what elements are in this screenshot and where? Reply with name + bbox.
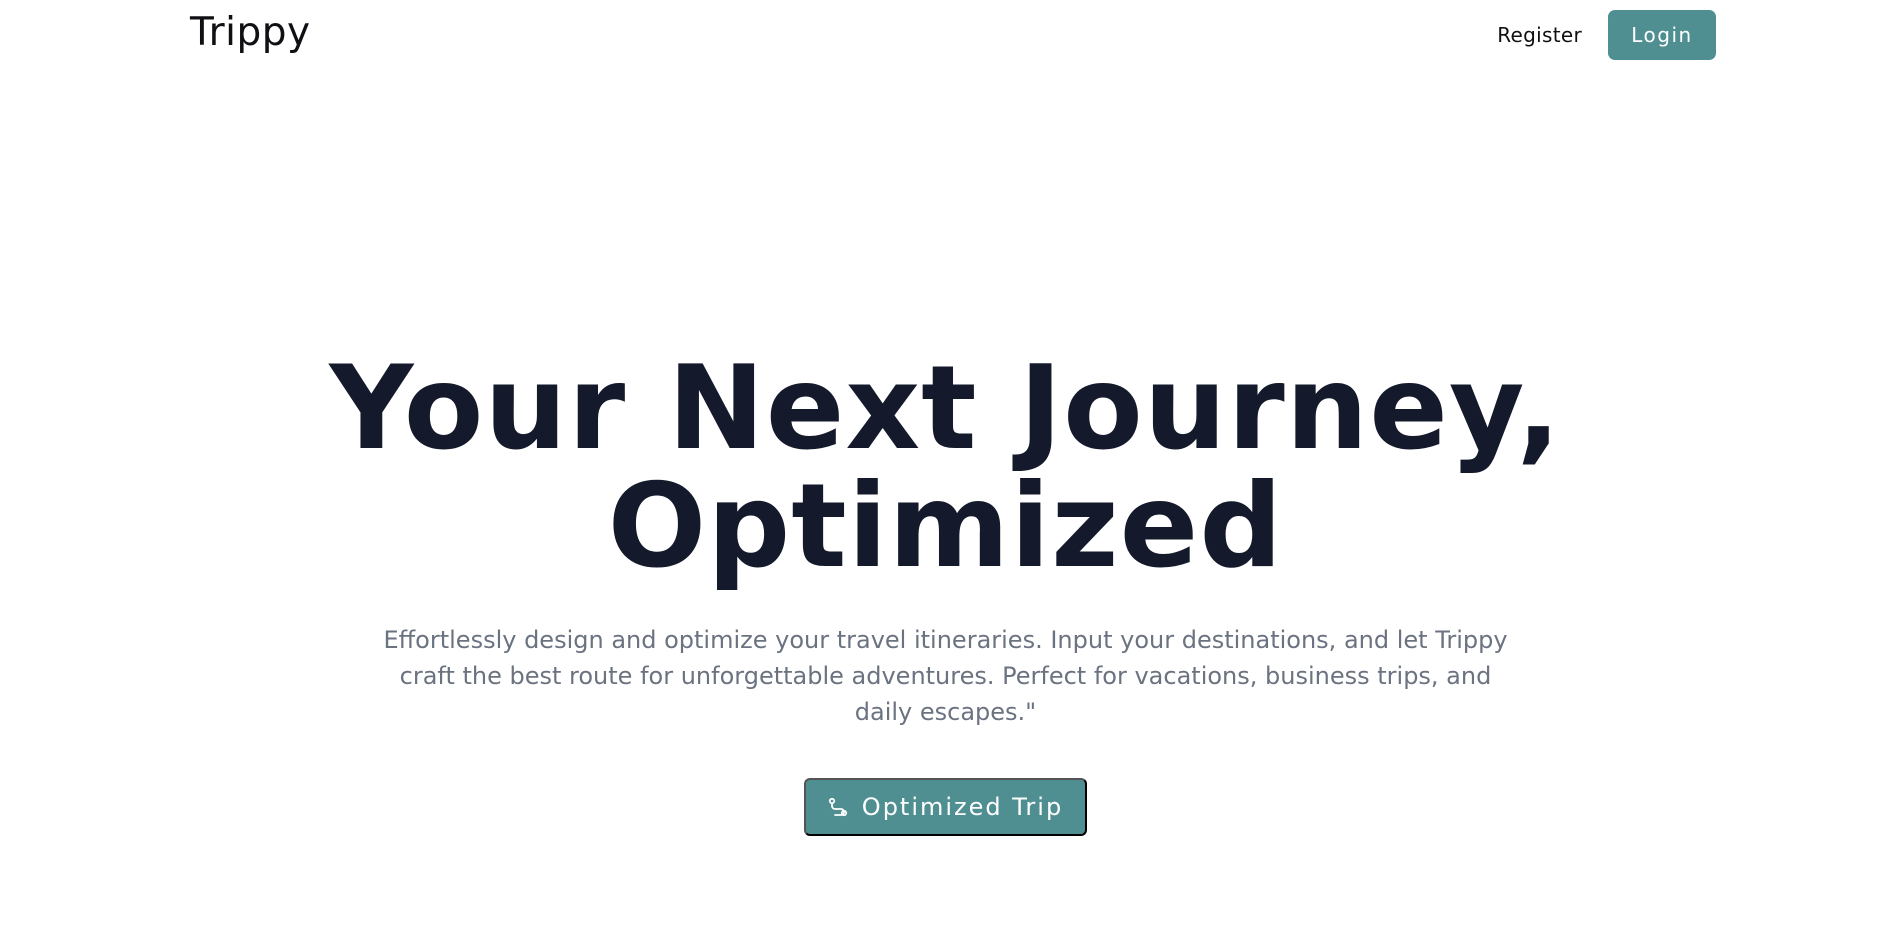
hero-title: Your Next Journey, Optimized: [0, 350, 1891, 586]
hero-title-line-2: Optimized: [607, 459, 1284, 594]
register-link[interactable]: Register: [1497, 23, 1582, 47]
landing-page: Trippy Register Login Your Next Journey,…: [0, 0, 1891, 931]
optimized-trip-button[interactable]: Optimized Trip: [803, 778, 1088, 836]
cta-container: Optimized Trip: [0, 778, 1891, 836]
nav-actions: Register Login: [1497, 10, 1716, 60]
hero-section: Your Next Journey, Optimized Effortlessl…: [0, 350, 1891, 836]
hero-subtitle: Effortlessly design and optimize your tr…: [383, 626, 1508, 726]
login-button[interactable]: Login: [1608, 10, 1716, 60]
brand-logo[interactable]: Trippy: [190, 10, 311, 55]
top-nav: Trippy Register Login: [0, 0, 1891, 68]
hero-title-line-1: Your Next Journey,: [329, 341, 1562, 476]
optimized-trip-label: Optimized Trip: [861, 793, 1064, 821]
route-icon: [828, 797, 848, 817]
